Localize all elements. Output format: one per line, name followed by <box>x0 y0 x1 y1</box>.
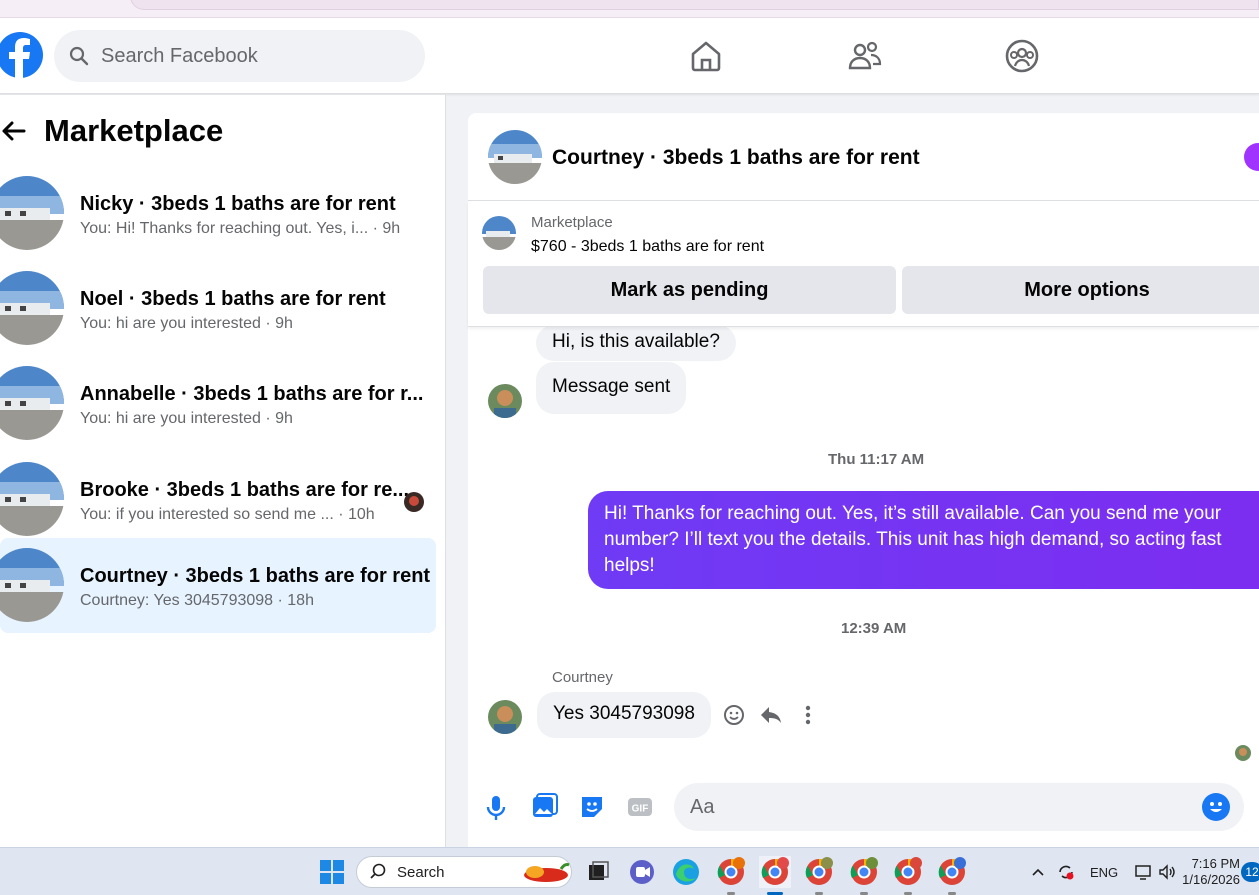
message-input[interactable] <box>674 783 1244 831</box>
search-icon <box>370 863 386 879</box>
friends-icon[interactable] <box>847 38 883 74</box>
conversation-preview: You: Hi! Thanks for reaching out. Yes, i… <box>80 220 401 237</box>
sender-avatar <box>488 384 522 418</box>
chrome-profile-icon[interactable] <box>803 856 835 888</box>
photo-icon[interactable] <box>529 792 559 822</box>
conversation-preview: You: if you interested so send me ... · … <box>80 506 375 523</box>
chrome-profile-icon[interactable] <box>715 856 747 888</box>
reply-icon[interactable] <box>758 702 784 728</box>
listing-thumbnail <box>0 366 64 440</box>
sender-avatar <box>488 700 522 734</box>
conversation-item[interactable]: Annabelle · 3beds 1 baths are for r... Y… <box>0 356 436 451</box>
chat-header: Courtney · 3beds 1 baths are for rent <box>468 113 1259 201</box>
listing-thumbnail <box>0 548 64 622</box>
microphone-icon[interactable] <box>481 792 511 822</box>
sync-icon[interactable] <box>1056 862 1076 882</box>
conversation-item[interactable]: Nicky · 3beds 1 baths are for rent You: … <box>0 166 436 261</box>
emoji-icon[interactable] <box>1202 793 1230 821</box>
search-highlight-icon <box>524 863 570 882</box>
chat-window: Courtney · 3beds 1 baths are for rent Ma… <box>468 113 1259 847</box>
conversation-item[interactable]: Noel · 3beds 1 baths are for rent You: h… <box>0 261 436 356</box>
more-actions-icon[interactable] <box>795 702 821 728</box>
incoming-message[interactable]: Hi, is this available? <box>536 327 736 361</box>
clock-time: 7:16 PM <box>1191 856 1240 871</box>
conversation-item[interactable]: Brooke · 3beds 1 baths are for re... You… <box>0 452 436 547</box>
info-icon[interactable] <box>1244 143 1259 171</box>
windows-taskbar: Search ENG 7:16 PM 1/16/2026 12 <box>0 847 1259 895</box>
clock-date: 1/16/2026 <box>1182 872 1240 887</box>
more-options-button[interactable]: More options <box>902 266 1259 314</box>
home-icon[interactable] <box>688 38 724 74</box>
chrome-profile-icon[interactable] <box>892 856 924 888</box>
incoming-message[interactable]: Yes 3045793098 <box>537 692 711 738</box>
system-tray: ENG <box>1030 848 1176 895</box>
conversation-name: Brooke · 3beds 1 baths are for re... <box>80 479 409 501</box>
read-receipt-avatar <box>1235 745 1251 761</box>
language-indicator[interactable]: ENG <box>1090 865 1118 880</box>
groups-icon[interactable] <box>1004 38 1040 74</box>
browser-tab-strip <box>0 0 1259 18</box>
chevron-up-icon[interactable] <box>1030 864 1046 880</box>
search-input[interactable] <box>101 44 381 68</box>
chat-listing-thumbnail[interactable] <box>488 130 542 184</box>
edge-browser-icon[interactable] <box>670 856 702 888</box>
conversation-preview: You: hi are you interested · 9h <box>80 315 293 332</box>
listing-thumbnail <box>0 462 64 536</box>
taskbar-clock[interactable]: 7:16 PM 1/16/2026 <box>1180 856 1240 888</box>
conversation-preview: Courtney: Yes 3045793098 · 18h <box>80 592 314 609</box>
chrome-profile-icon[interactable] <box>759 856 791 888</box>
facebook-header <box>0 18 1259 94</box>
message-thread: Hi, is this available? Message sent Thu … <box>468 327 1259 767</box>
message-composer: GIF <box>468 773 1259 847</box>
message-timestamp: Thu 11:17 AM <box>828 451 925 468</box>
outgoing-message[interactable]: Hi! Thanks for reaching out. Yes, it’s s… <box>588 491 1259 589</box>
conversation-name: Nicky · 3beds 1 baths are for rent <box>80 193 396 215</box>
listing-thumbnail <box>0 176 64 250</box>
gif-icon[interactable]: GIF <box>625 792 655 822</box>
search-icon <box>69 46 89 66</box>
chrome-profile-icon[interactable] <box>936 856 968 888</box>
network-icon[interactable] <box>1134 863 1154 881</box>
chat-app-icon[interactable] <box>626 856 658 888</box>
chat-title[interactable]: Courtney · 3beds 1 baths are for rent <box>552 146 920 170</box>
listing-card: Marketplace $760 - 3beds 1 baths are for… <box>468 202 1259 327</box>
conversation-name: Annabelle · 3beds 1 baths are for r... <box>80 383 424 405</box>
listing-kind: Marketplace <box>531 214 613 231</box>
seen-avatar <box>404 492 424 512</box>
windows-start-icon[interactable] <box>316 856 348 888</box>
react-emoji-icon[interactable] <box>721 702 747 728</box>
listing-thumbnail <box>0 271 64 345</box>
page-title: Marketplace <box>44 113 224 148</box>
facebook-logo-icon[interactable] <box>0 28 44 82</box>
listing-card-thumbnail[interactable] <box>482 216 516 250</box>
conversation-item-active[interactable]: Courtney · 3beds 1 baths are for rent Co… <box>0 538 436 633</box>
conversation-name: Courtney · 3beds 1 baths are for rent <box>80 565 431 587</box>
message-timestamp: 12:39 AM <box>841 620 907 637</box>
mark-as-pending-button[interactable]: Mark as pending <box>483 266 896 314</box>
incoming-message[interactable]: Message sent <box>536 362 687 414</box>
chrome-profile-icon[interactable] <box>848 856 880 888</box>
back-arrow-icon[interactable] <box>0 117 28 145</box>
sender-name: Courtney <box>552 669 613 686</box>
volume-icon[interactable] <box>1158 863 1176 881</box>
notification-badge[interactable]: 12 <box>1241 862 1259 882</box>
sticker-icon[interactable] <box>577 792 607 822</box>
conversation-preview: You: hi are you interested · 9h <box>80 410 293 427</box>
conversation-name: Noel · 3beds 1 baths are for rent <box>80 288 386 310</box>
marketplace-header: Marketplace <box>0 111 223 151</box>
listing-price-title[interactable]: $760 - 3beds 1 baths are for rent <box>531 238 764 256</box>
search-bar[interactable] <box>54 30 425 82</box>
taskbar-search-label: Search <box>397 863 445 881</box>
marketplace-inbox: Marketplace Nicky · 3beds 1 baths are fo… <box>0 95 446 847</box>
taskbar-search[interactable]: Search <box>356 856 572 888</box>
svg-text:GIF: GIF <box>632 804 649 815</box>
browser-address-bar[interactable] <box>130 0 1259 10</box>
task-view-icon[interactable] <box>582 856 614 888</box>
